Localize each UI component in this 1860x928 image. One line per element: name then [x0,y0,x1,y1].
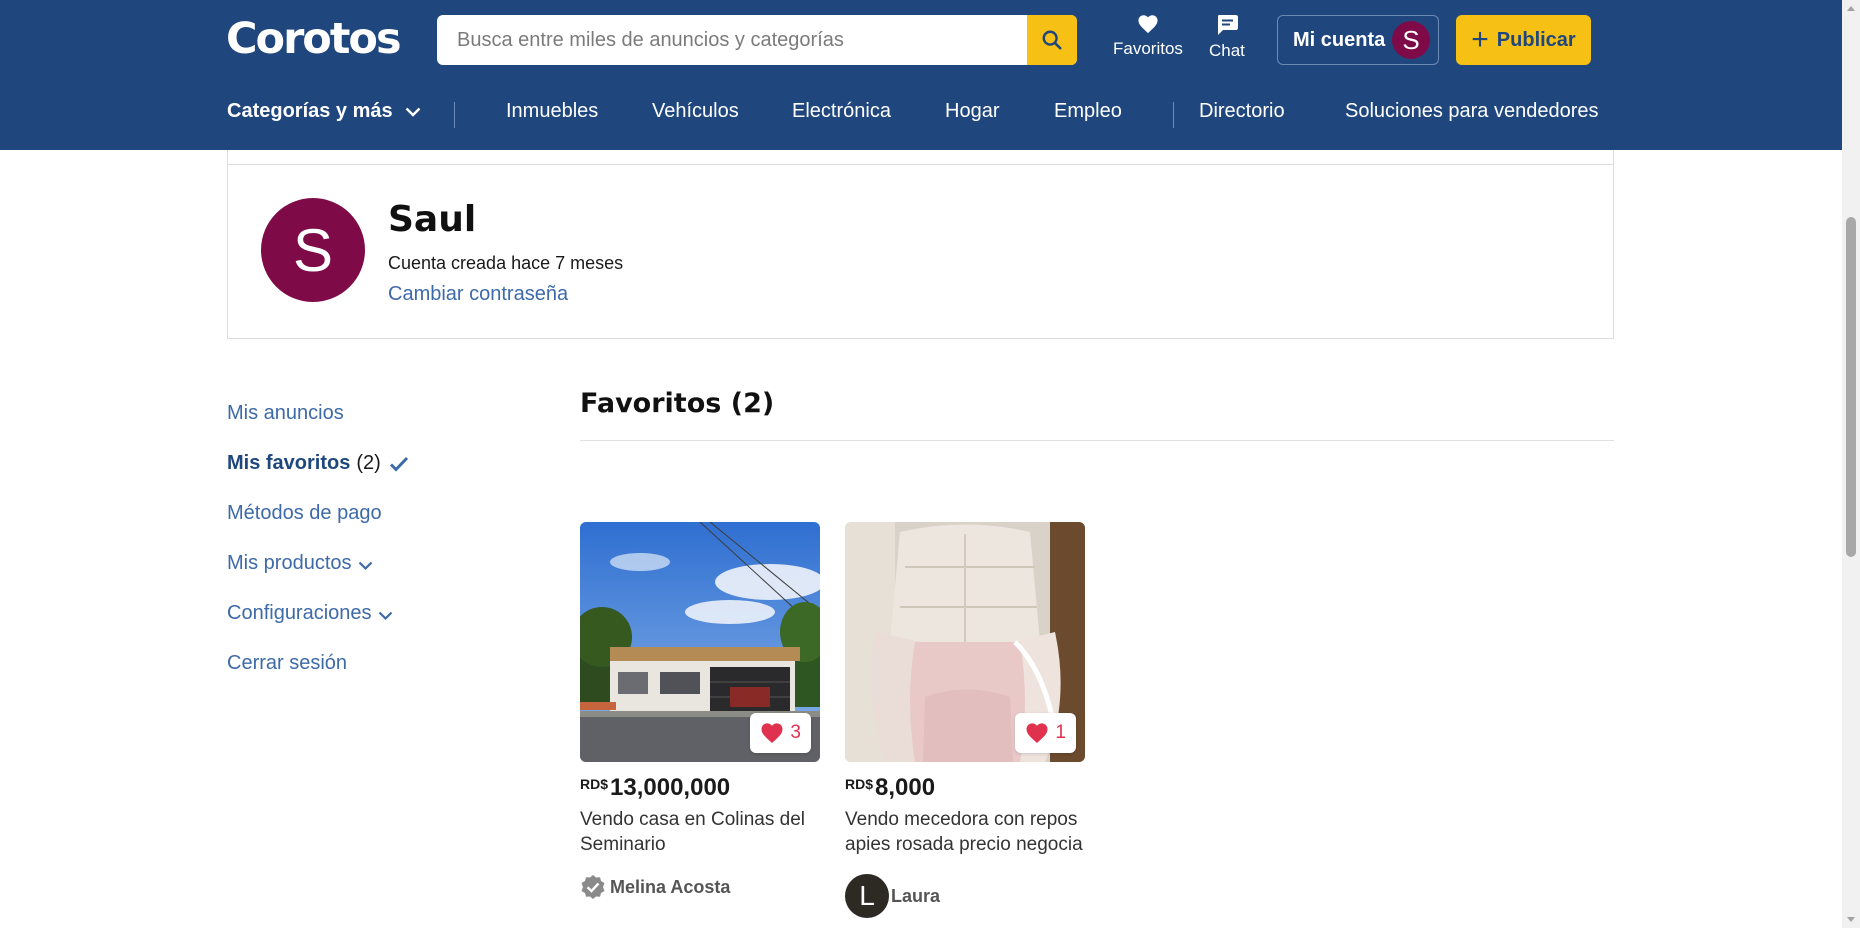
page-title: Favoritos (2) [580,388,775,419]
change-password-link[interactable]: Cambiar contraseña [388,283,568,306]
profile-name: Saul [388,199,477,240]
avatar: S [1392,21,1430,59]
chevron-down-icon [378,611,392,620]
chat-icon [1217,15,1238,35]
likes-count: 3 [790,722,801,743]
listing-price: RD$ 8,000 [845,774,935,802]
search-icon [1042,30,1062,50]
scroll-up-arrow-icon[interactable] [1847,6,1855,11]
search-input[interactable] [437,15,1027,65]
sidebar-item-mis-anuncios[interactable]: Mis anuncios [227,402,344,425]
publish-button[interactable]: + Publicar [1456,15,1591,65]
chevron-down-icon [358,561,372,570]
likes-count: 1 [1055,722,1066,743]
account-age: Cuenta creada hace 7 meses [388,253,624,273]
scroll-down-arrow-icon[interactable] [1847,917,1855,922]
sidebar-item-label: Configuraciones [227,602,372,624]
page-scrollbar[interactable] [1842,0,1860,928]
likes-badge[interactable]: 1 [1015,713,1076,753]
divider [580,440,1614,441]
listing-card[interactable]: 3 RD$ 13,000,000 Vendo casa en Colinas d… [580,522,820,928]
nav-item-directorio[interactable]: Directorio [1199,100,1285,123]
likes-badge[interactable]: 3 [750,713,811,753]
seller-info[interactable]: Melina Acosta [580,874,730,900]
nav-item-inmuebles[interactable]: Inmuebles [506,100,598,123]
scrollbar-thumb[interactable] [1846,217,1856,557]
chevron-down-icon [405,107,420,117]
nav-item-electronica[interactable]: Electrónica [792,100,891,123]
profile-card: S Saul Cuenta creada hace 7 meses Cambia… [227,164,1614,339]
listing-title[interactable]: Vendo mecedora con reposapies rosada pre… [845,807,1085,859]
nav-item-soluciones[interactable]: Soluciones para vendedores [1345,100,1599,123]
price-currency: RD$ [580,776,609,792]
heart-icon [1138,15,1158,34]
favorites-link[interactable]: Favoritos [1113,14,1183,59]
sidebar-item-label: Mis productos [227,552,352,574]
avatar: L [845,874,889,918]
corotos-logo[interactable]: Corotos [226,14,402,64]
nav-categories[interactable]: Categorías y más [227,100,421,123]
nav-categories-label: Categorías y más [227,100,393,122]
listing-card[interactable]: 1 RD$ 8,000 Vendo mecedora con reposapie… [845,522,1085,928]
seller-name: Melina Acosta [610,876,731,897]
account-button[interactable]: Mi cuenta S [1277,15,1439,65]
nav-item-hogar[interactable]: Hogar [945,100,999,123]
search-button[interactable] [1027,15,1077,65]
plus-icon: + [1471,23,1489,56]
price-value: 8,000 [875,774,936,801]
listing-title[interactable]: Vendo casa en Colinas del Seminario [580,807,820,859]
site-header: Corotos Favoritos Chat Mi cuenta S + Pub… [0,0,1842,150]
main-nav: Categorías y más Inmuebles Vehículos Ele… [0,100,1842,130]
sidebar-item-mis-productos[interactable]: Mis productos [227,552,373,575]
sidebar-item-label: Mis favoritos [227,452,351,474]
favorites-label: Favoritos [1113,39,1183,58]
seller-name: Laura [891,885,941,906]
verified-badge-icon [581,875,605,899]
listing-photo-house[interactable]: 3 [580,522,820,762]
nav-item-empleo[interactable]: Empleo [1054,100,1122,123]
listing-price: RD$ 13,000,000 [580,774,730,802]
nav-item-vehiculos[interactable]: Vehículos [652,100,739,123]
sidebar-item-metodos-de-pago[interactable]: Métodos de pago [227,502,382,525]
nav-divider [1173,102,1174,128]
chat-label: Chat [1209,41,1245,60]
favorites-count: (2) [356,452,381,474]
price-value: 13,000,000 [610,774,731,801]
sidebar-item-cerrar-sesion[interactable]: Cerrar sesión [227,652,347,675]
heart-icon [761,723,783,743]
account-label: Mi cuenta [1293,28,1386,51]
sidebar-item-configuraciones[interactable]: Configuraciones [227,602,393,625]
heart-icon [1026,723,1048,743]
chat-link[interactable]: Chat [1209,14,1245,61]
avatar: S [261,198,365,302]
sidebar-item-mis-favoritos[interactable]: Mis favoritos (2) [227,452,409,475]
card-top-edge [227,150,1614,164]
price-currency: RD$ [845,776,874,792]
listing-photo-rocker[interactable]: 1 [845,522,1085,762]
seller-info[interactable]: L Laura [845,874,940,918]
search-bar [437,15,1077,65]
publish-label: Publicar [1496,28,1576,51]
nav-divider [454,102,455,128]
checkmark-icon [389,456,408,472]
